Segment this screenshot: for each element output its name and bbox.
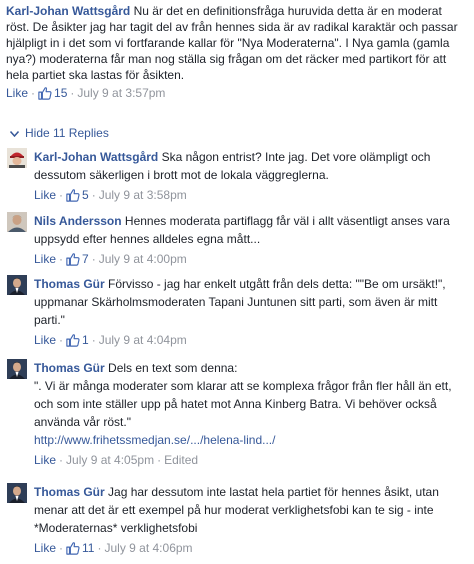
thumbs-up-icon [66, 333, 80, 347]
avatar[interactable] [7, 483, 27, 503]
like-count[interactable]: 5 [82, 188, 89, 202]
avatar[interactable] [7, 148, 27, 168]
avatar[interactable] [7, 212, 27, 232]
thumbs-up-icon [66, 252, 80, 266]
reply-author[interactable]: Thomas Gür [34, 277, 105, 291]
reply-author[interactable]: Thomas Gür [34, 361, 105, 375]
article-link[interactable]: http://www.frihetssmedjan.se/.../helena-… [34, 433, 275, 447]
reply-meta: Like · 5 · July 9 at 3:58pm [34, 188, 187, 202]
like-count[interactable]: 1 [82, 333, 89, 347]
reply-meta: Like · 11 · July 9 at 4:06pm [34, 541, 193, 555]
hide-replies-toggle[interactable]: Hide 11 Replies [9, 125, 109, 141]
avatar[interactable] [7, 359, 27, 379]
thumbs-up-icon [66, 188, 80, 202]
comment-meta: Like · 15 · July 9 at 3:57pm [6, 86, 166, 100]
like-button[interactable]: Like [34, 333, 56, 347]
timestamp[interactable]: July 9 at 4:04pm [99, 333, 187, 347]
timestamp[interactable]: July 9 at 3:57pm [77, 86, 165, 100]
hide-replies-label: Hide 11 Replies [25, 126, 109, 140]
comment-thread: Karl-Johan Wattsgård Nu är det en defini… [0, 0, 474, 564]
like-button[interactable]: Like [6, 86, 28, 100]
like-count[interactable]: 11 [82, 541, 94, 555]
timestamp[interactable]: July 9 at 4:05pm [66, 453, 154, 467]
timestamp[interactable]: July 9 at 4:06pm [104, 541, 192, 555]
like-count[interactable]: 7 [82, 252, 89, 266]
like-button[interactable]: Like [34, 541, 56, 555]
thumbs-up-icon [38, 86, 52, 100]
like-button[interactable]: Like [34, 453, 56, 467]
top-comment: Karl-Johan Wattsgård Nu är det en defini… [0, 0, 474, 101]
caret-down-icon [9, 125, 20, 141]
edited-label[interactable]: Edited [164, 453, 198, 467]
like-button[interactable]: Like [34, 188, 56, 202]
like-count[interactable]: 15 [54, 86, 67, 100]
reply-meta: Like · 1 · July 9 at 4:04pm [34, 333, 187, 347]
avatar[interactable] [7, 275, 27, 295]
reply-meta: Like · 7 · July 9 at 4:00pm [34, 252, 187, 266]
timestamp[interactable]: July 9 at 4:00pm [99, 252, 187, 266]
comment-author[interactable]: Karl-Johan Wattsgård [6, 4, 130, 18]
reply-author[interactable]: Karl-Johan Wattsgård [34, 150, 158, 164]
thumbs-up-icon [66, 541, 80, 555]
reply-meta: Like · July 9 at 4:05pm · Edited [34, 453, 199, 467]
reply-author[interactable]: Thomas Gür [34, 485, 105, 499]
reply-author[interactable]: Nils Andersson [34, 214, 122, 228]
timestamp[interactable]: July 9 at 3:58pm [99, 188, 187, 202]
like-button[interactable]: Like [34, 252, 56, 266]
